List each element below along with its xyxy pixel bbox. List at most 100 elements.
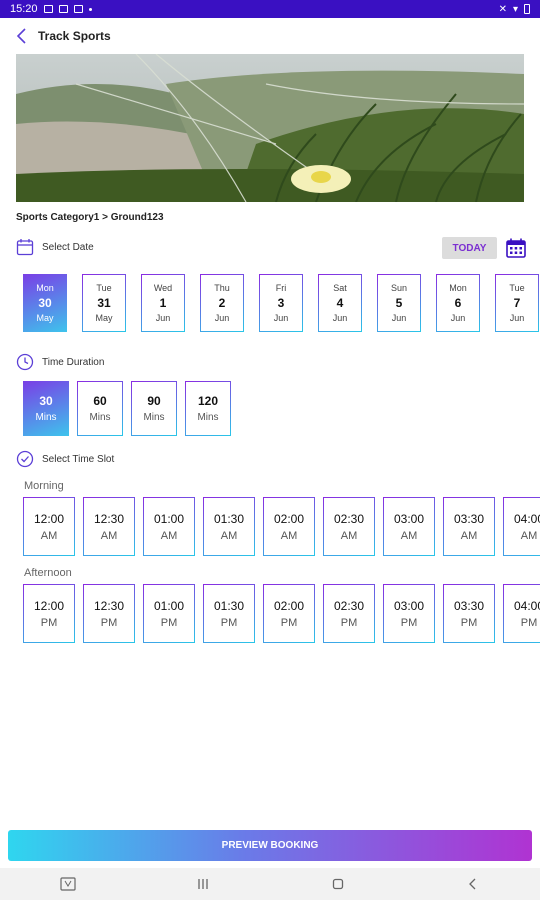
time-slot-label: Select Time Slot	[42, 453, 115, 465]
time-slot-option[interactable]: 12:00 PM	[23, 584, 75, 643]
time-slot-option[interactable]: 02:30 AM	[323, 497, 375, 556]
select-date-header: Select Date	[16, 238, 94, 256]
date-day: Wed	[153, 283, 173, 293]
slot-period: AM	[220, 529, 238, 542]
date-option[interactable]: Thu 2 Jun	[200, 274, 244, 332]
date-option[interactable]: Fri 3 Jun	[259, 274, 303, 332]
home-button[interactable]	[323, 872, 353, 896]
date-day: Thu	[214, 283, 230, 293]
date-day: Sun	[390, 283, 407, 293]
time-slot-option[interactable]: 03:30 PM	[443, 584, 495, 643]
slot-time: 04:00	[513, 511, 540, 526]
date-number: 31	[97, 296, 111, 310]
date-number: 4	[336, 296, 344, 310]
date-option[interactable]: Sun 5 Jun	[377, 274, 421, 332]
video-icon	[73, 5, 83, 13]
slot-time: 02:30	[333, 598, 365, 613]
calendar-icon	[16, 239, 34, 256]
breadcrumb: Sports Category1 > Ground123	[16, 212, 164, 223]
slot-time: 12:30	[93, 511, 125, 526]
time-slot-option[interactable]: 01:30 AM	[203, 497, 255, 556]
slot-period: PM	[280, 616, 298, 629]
status-bar: 15:20 ✕ ▾	[0, 0, 540, 18]
date-day: Fri	[275, 283, 287, 293]
slot-period: PM	[460, 616, 478, 629]
time-slot-option[interactable]: 03:30 AM	[443, 497, 495, 556]
slot-period: AM	[460, 529, 478, 542]
date-option[interactable]: Mon 6 Jun	[436, 274, 480, 332]
time-slot-option[interactable]: 02:00 PM	[263, 584, 315, 643]
time-slot-option[interactable]: 03:00 AM	[383, 497, 435, 556]
keyboard-switch-button[interactable]	[53, 872, 83, 896]
slot-period: AM	[40, 529, 58, 542]
morning-slots: 12:00 AM 12:30 AM 01:00 AM 01:30 AM 02:00 AM …	[23, 497, 540, 556]
wifi-icon: ▾	[512, 3, 518, 15]
back-chevron-icon	[468, 878, 475, 890]
date-day: Sat	[333, 283, 347, 293]
date-day: Mon	[449, 283, 467, 293]
date-number: 5	[395, 296, 403, 310]
duration-option[interactable]: 120 Mins	[185, 381, 231, 436]
time-duration-label: Time Duration	[42, 356, 105, 368]
preview-booking-button[interactable]: PREVIEW BOOKING	[8, 830, 532, 861]
duration-option[interactable]: 60 Mins	[77, 381, 123, 436]
mute-icon: ✕	[498, 3, 507, 15]
date-month: Jun	[450, 313, 466, 323]
gallery-icon	[43, 5, 53, 13]
duration-value: 90	[147, 394, 161, 408]
date-month: Jun	[214, 313, 230, 323]
slot-period: PM	[100, 616, 118, 629]
today-button[interactable]: TODAY	[442, 237, 497, 259]
time-slot-option[interactable]: 04:00 PM	[503, 584, 540, 643]
time-slot-option[interactable]: 12:30 PM	[83, 584, 135, 643]
date-option[interactable]: Wed 1 Jun	[141, 274, 185, 332]
recents-button[interactable]	[188, 872, 218, 896]
date-number: 3	[277, 296, 285, 310]
duration-unit: Mins	[89, 412, 111, 423]
date-day: Tue	[96, 283, 112, 293]
time-slot-option[interactable]: 12:30 AM	[83, 497, 135, 556]
check-circle-icon	[16, 450, 34, 468]
date-option[interactable]: Tue 7 Jun	[495, 274, 539, 332]
duration-unit: Mins	[143, 412, 165, 423]
morning-label: Morning	[24, 480, 64, 492]
date-option[interactable]: Tue 31 May	[82, 274, 126, 332]
slot-time: 02:30	[333, 511, 365, 526]
date-option[interactable]: Mon 30 May	[23, 274, 67, 332]
slot-period: AM	[280, 529, 298, 542]
duration-selector: 30 Mins 60 Mins 90 Mins 120 Mins	[23, 381, 239, 436]
duration-option[interactable]: 30 Mins	[23, 381, 69, 436]
duration-option[interactable]: 90 Mins	[131, 381, 177, 436]
venue-photo	[16, 54, 524, 202]
time-slot-option[interactable]: 01:30 PM	[203, 584, 255, 643]
system-back-button[interactable]	[458, 872, 488, 896]
keyboard-icon	[59, 877, 76, 891]
slot-time: 12:00	[33, 511, 65, 526]
time-slot-option[interactable]: 12:00 AM	[23, 497, 75, 556]
date-selector: Mon 30 May Tue 31 May Wed 1 Jun Thu 2 Ju…	[23, 274, 540, 332]
slot-period: PM	[40, 616, 58, 629]
date-option[interactable]: Sat 4 Jun	[318, 274, 362, 332]
system-nav-bar	[0, 868, 540, 900]
afternoon-slots: 12:00 PM 12:30 PM 01:00 PM 01:30 PM 02:00 PM …	[23, 584, 540, 643]
calendar-picker-icon[interactable]	[505, 237, 527, 259]
home-icon	[332, 878, 343, 890]
time-slot-option[interactable]: 02:30 PM	[323, 584, 375, 643]
time-slot-option[interactable]: 03:00 PM	[383, 584, 435, 643]
date-number: 30	[38, 296, 52, 310]
time-slot-option[interactable]: 02:00 AM	[263, 497, 315, 556]
back-button[interactable]	[8, 22, 36, 50]
date-month: Jun	[391, 313, 407, 323]
duration-value: 60	[93, 394, 107, 408]
slot-period: PM	[520, 616, 538, 629]
date-month: Jun	[509, 313, 525, 323]
duration-unit: Mins	[197, 412, 219, 423]
time-slot-option[interactable]: 04:00 AM	[503, 497, 540, 556]
status-time: 15:20	[10, 3, 38, 15]
time-slot-option[interactable]: 01:00 AM	[143, 497, 195, 556]
time-slot-header: Select Time Slot	[16, 450, 114, 468]
time-slot-option[interactable]: 01:00 PM	[143, 584, 195, 643]
slot-period: PM	[400, 616, 418, 629]
slot-time: 01:00	[153, 511, 185, 526]
slot-time: 12:00	[33, 598, 65, 613]
